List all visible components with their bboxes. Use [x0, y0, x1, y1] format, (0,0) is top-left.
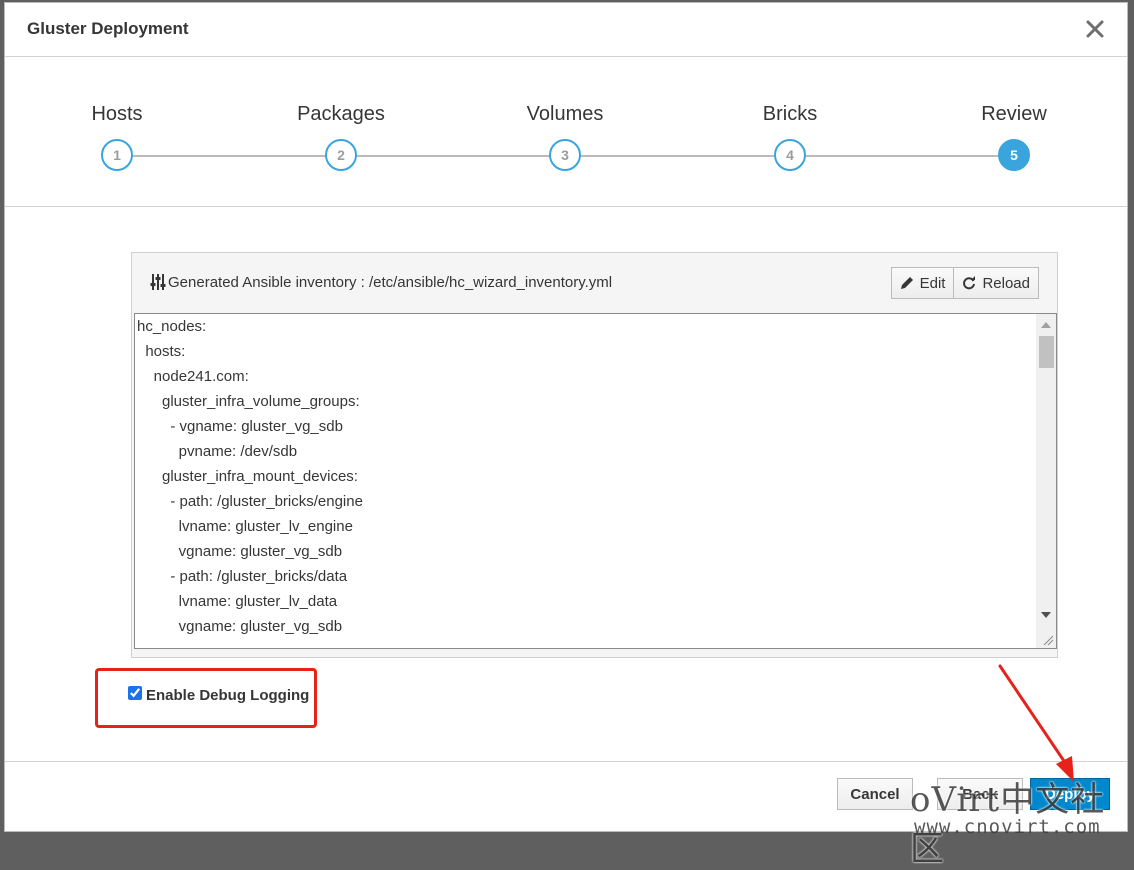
editor-scrollbar[interactable]: [1036, 314, 1056, 648]
wizard-step-packages[interactable]: Packages 2: [261, 57, 421, 207]
watermark-url: www.cnovirt.com: [914, 816, 1101, 838]
step-number: 2: [325, 139, 357, 171]
debug-logging-checkbox[interactable]: [128, 686, 142, 700]
red-arrow-annotation: [998, 664, 1074, 782]
code-line: gluster_infra_mount_devices:: [137, 468, 358, 485]
code-line: - path: /gluster_bricks/data: [137, 568, 348, 585]
code-line: node241.com:: [137, 368, 249, 385]
wizard-step-hosts[interactable]: Hosts 1: [37, 57, 197, 207]
debug-logging-label[interactable]: Enable Debug Logging: [146, 687, 309, 704]
reload-button[interactable]: Reload: [954, 267, 1039, 299]
inventory-panel: Generated Ansible inventory : /etc/ansib…: [131, 252, 1058, 658]
code-line: vgname: gluster_vg_sdb: [137, 618, 343, 635]
close-button[interactable]: [1083, 15, 1107, 43]
code-line: - vgname: gluster_vg_sdb: [137, 418, 343, 435]
scroll-thumb[interactable]: [1039, 336, 1054, 368]
step-number: 3: [549, 139, 581, 171]
wizard-step-review[interactable]: Review 5: [934, 57, 1094, 207]
code-line: vgname: gluster_vg_sdb: [137, 543, 343, 560]
wizard-steps: Hosts 1 Packages 2 Volumes 3 Bricks 4 Re…: [5, 57, 1127, 207]
modal-title: Gluster Deployment: [27, 19, 189, 38]
code-line: - path: /gluster_bricks/engine: [137, 493, 363, 510]
edit-label: Edit: [919, 274, 946, 292]
cancel-button[interactable]: Cancel: [837, 778, 913, 810]
close-icon: [1086, 20, 1104, 38]
step-label: Hosts: [91, 103, 143, 125]
step-label: Bricks: [762, 103, 818, 125]
site-watermark: oVirt中文社区 www.cnovirt.com: [910, 772, 1134, 869]
wizard-step-bricks[interactable]: Bricks 4: [710, 57, 870, 207]
scroll-down-icon[interactable]: [1041, 612, 1051, 618]
code-line: lvname: gluster_lv_data: [137, 593, 338, 610]
refresh-icon: [963, 276, 976, 290]
step-number: 5: [998, 139, 1030, 171]
inventory-actions: Edit Reload: [890, 267, 1039, 299]
wizard-step-volumes[interactable]: Volumes 3: [485, 57, 645, 207]
inventory-code: hc_nodes: hosts: node241.com: gluster_in…: [135, 314, 1035, 648]
step-number: 1: [101, 139, 133, 171]
code-line: lvname: gluster_lv_engine: [137, 518, 353, 535]
pencil-icon: [900, 277, 913, 289]
inventory-editor[interactable]: hc_nodes: hosts: node241.com: gluster_in…: [134, 313, 1057, 649]
code-line: hc_nodes:: [137, 318, 207, 335]
step-number: 4: [774, 139, 806, 171]
reload-label: Reload: [982, 274, 1030, 292]
scroll-up-icon[interactable]: [1041, 322, 1051, 328]
resize-grip-icon[interactable]: [1042, 634, 1054, 646]
edit-button[interactable]: Edit: [890, 267, 955, 299]
inventory-panel-heading: Generated Ansible inventory : /etc/ansib…: [132, 253, 1057, 313]
inventory-title: Generated Ansible inventory : /etc/ansib…: [168, 274, 613, 291]
code-line: gluster_infra_volume_groups:: [137, 393, 360, 410]
step-label: Review: [981, 103, 1047, 125]
step-label: Volumes: [526, 103, 604, 125]
modal-header: Gluster Deployment: [5, 3, 1127, 57]
sliders-icon: [150, 274, 166, 290]
code-line: hosts:: [137, 343, 186, 360]
code-line: pvname: /dev/sdb: [137, 443, 298, 460]
step-label: Packages: [297, 103, 385, 125]
